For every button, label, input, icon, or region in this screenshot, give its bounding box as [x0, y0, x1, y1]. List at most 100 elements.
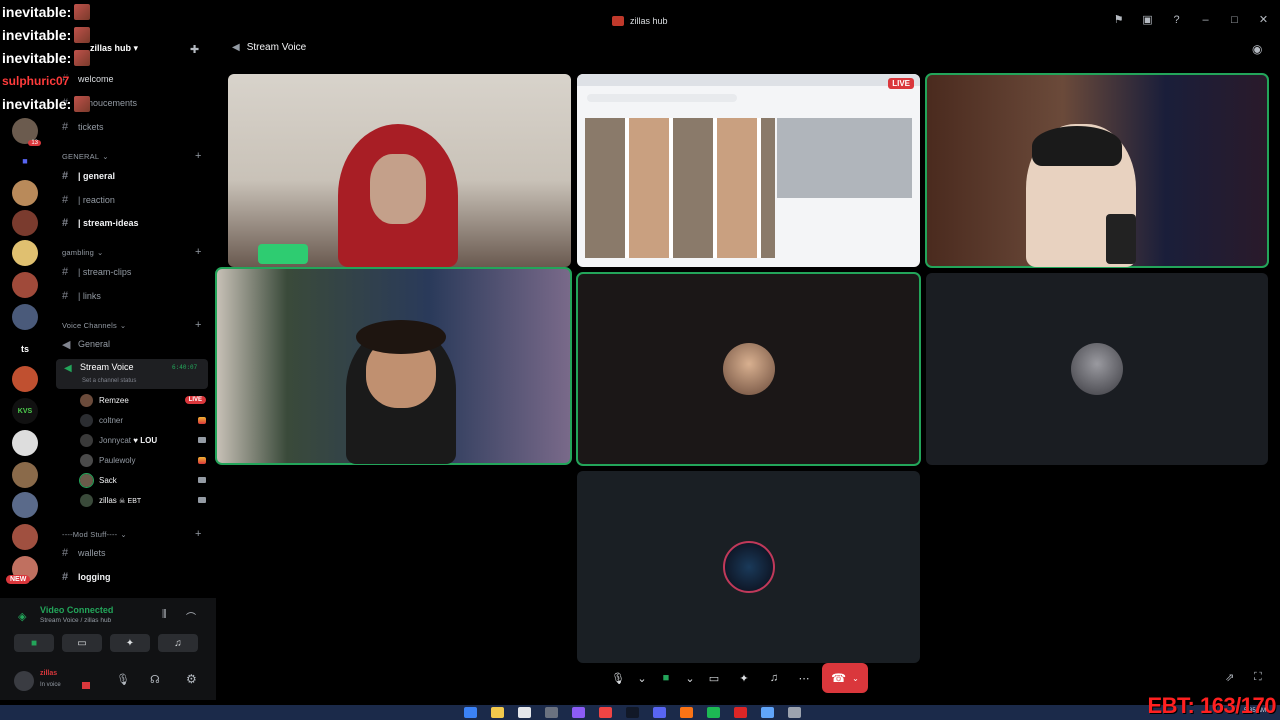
server-icon[interactable]: 13: [12, 118, 41, 146]
voice-location[interactable]: Stream Voice / zillas hub: [40, 617, 111, 624]
close-icon[interactable]: ✕: [1257, 14, 1270, 27]
activities-button[interactable]: ✦: [110, 634, 150, 652]
voice-member[interactable]: zillas ☠ EBT: [80, 492, 206, 508]
server-icon[interactable]: ts: [12, 336, 38, 362]
voice-channel-general[interactable]: ◀ General: [58, 335, 208, 353]
channel-stream-ideas[interactable]: # | stream-ideas: [58, 214, 208, 232]
gear-icon[interactable]: ⚙: [186, 672, 197, 686]
channel-reaction[interactable]: # | reaction: [58, 191, 208, 209]
category-voice[interactable]: Voice Channels ⌄: [62, 321, 126, 330]
app-icon[interactable]: [545, 707, 558, 718]
app-icon[interactable]: [680, 707, 693, 718]
channel-tickets[interactable]: # tickets: [58, 118, 208, 136]
member-name: Sack: [99, 475, 117, 485]
voice-member[interactable]: Paulewoly: [80, 452, 206, 468]
voice-member[interactable]: Sack: [79, 472, 206, 488]
server-icon[interactable]: [12, 366, 38, 392]
server-icon[interactable]: ■: [12, 148, 38, 174]
video-tile[interactable]: [228, 74, 571, 267]
maximize-icon[interactable]: □: [1228, 14, 1241, 27]
user-name[interactable]: zillas: [40, 670, 57, 677]
avatar[interactable]: [14, 671, 34, 691]
server-icon[interactable]: [12, 492, 38, 518]
image-results: [585, 118, 775, 258]
channel-general[interactable]: # | general: [58, 167, 208, 185]
video-tile[interactable]: [925, 73, 1269, 268]
category-mod-stuff[interactable]: ----Mod Stuff---- ⌄: [62, 530, 127, 539]
browser-icon[interactable]: [518, 707, 531, 718]
rgb-light: [258, 244, 308, 264]
server-name[interactable]: zillas hub ▾: [90, 43, 138, 54]
camera-button[interactable]: ■: [14, 634, 54, 652]
server-icon[interactable]: [12, 210, 38, 236]
category-general[interactable]: GENERAL ⌄: [62, 152, 109, 161]
soundboard-button[interactable]: ♫: [158, 634, 198, 652]
add-channel-icon[interactable]: +: [195, 246, 201, 258]
soundboard-icon: ♫: [769, 672, 779, 684]
folder-icon[interactable]: [491, 707, 504, 718]
voice-member[interactable]: coltner: [80, 412, 206, 428]
chat-icon[interactable]: ◉: [1252, 42, 1262, 56]
voice-member[interactable]: Remzee LIVE: [80, 392, 206, 408]
server-icon[interactable]: [12, 430, 38, 456]
settings-icon[interactable]: [788, 707, 801, 718]
category-gambling[interactable]: gambling ⌄: [62, 248, 104, 257]
fullscreen-icon[interactable]: ⛶: [1254, 671, 1262, 684]
screen-share-button[interactable]: ▭: [702, 666, 726, 690]
video-tile[interactable]: [926, 273, 1268, 465]
add-channel-icon[interactable]: +: [195, 319, 201, 331]
disconnect-button[interactable]: ☎ ⌄: [822, 663, 868, 693]
more-button[interactable]: ⋯: [792, 666, 816, 690]
add-member-icon[interactable]: ✚: [190, 43, 202, 56]
server-icon[interactable]: [12, 304, 38, 330]
app-icon[interactable]: [572, 707, 585, 718]
popout-icon[interactable]: ⇗: [1225, 671, 1234, 684]
channel-wallets[interactable]: # wallets: [58, 544, 208, 562]
video-tile[interactable]: [576, 272, 921, 466]
app-icon[interactable]: [626, 707, 639, 718]
mute-button[interactable]: 🎙︎: [606, 666, 630, 690]
start-icon[interactable]: [464, 707, 477, 718]
voice-connected-status[interactable]: Video Connected: [40, 605, 113, 615]
channel-status-input[interactable]: Set a channel status: [82, 378, 136, 384]
server-icon[interactable]: [12, 272, 38, 298]
flag-icon[interactable]: ⚑: [1112, 14, 1125, 27]
server-icon[interactable]: KVS: [12, 398, 38, 424]
add-channel-icon[interactable]: +: [195, 150, 201, 162]
discord-icon[interactable]: [653, 707, 666, 718]
inbox-icon[interactable]: ▣: [1141, 14, 1154, 27]
soundboard-button[interactable]: ♫: [762, 666, 786, 690]
video-tile[interactable]: [215, 267, 572, 465]
server-icon[interactable]: [12, 240, 38, 266]
mic-options-chevron[interactable]: ⌄: [636, 666, 648, 690]
voice-member[interactable]: Jonnycat ♥ LOU: [80, 432, 206, 448]
camera-options-chevron[interactable]: ⌄: [684, 666, 696, 690]
camera-icon: ■: [30, 637, 38, 649]
chevron-down-icon: ⌄: [852, 673, 859, 683]
screen-share-tile[interactable]: LIVE: [577, 74, 920, 267]
noise-suppression-icon[interactable]: ⫼: [162, 609, 167, 620]
microphone-icon[interactable]: 🎙︎: [116, 673, 130, 686]
headphones-icon[interactable]: ☊: [150, 673, 160, 686]
emote-icon: [74, 95, 91, 112]
disconnect-icon[interactable]: ⌒: [186, 609, 196, 624]
server-icon[interactable]: [12, 180, 38, 206]
spotify-icon[interactable]: [707, 707, 720, 718]
add-channel-icon[interactable]: +: [195, 528, 201, 540]
help-icon[interactable]: ?: [1170, 14, 1183, 27]
minimize-icon[interactable]: –: [1199, 14, 1212, 27]
channel-logging[interactable]: # logging: [58, 568, 208, 586]
app-icon[interactable]: [599, 707, 612, 718]
more-icon: ⋯: [798, 672, 810, 685]
server-icon[interactable]: [12, 524, 38, 550]
channel-links[interactable]: # | links: [58, 287, 208, 305]
overlay-user: inevitable:: [2, 26, 72, 43]
server-icon[interactable]: [12, 462, 38, 488]
channel-stream-clips[interactable]: # | stream-clips: [58, 263, 208, 281]
screen-share-button[interactable]: ▭: [62, 634, 102, 652]
steam-icon[interactable]: [761, 707, 774, 718]
camera-toggle-button[interactable]: ■: [654, 666, 678, 690]
activities-button[interactable]: ✦: [732, 666, 756, 690]
app-icon[interactable]: [734, 707, 747, 718]
video-tile[interactable]: [577, 471, 920, 663]
